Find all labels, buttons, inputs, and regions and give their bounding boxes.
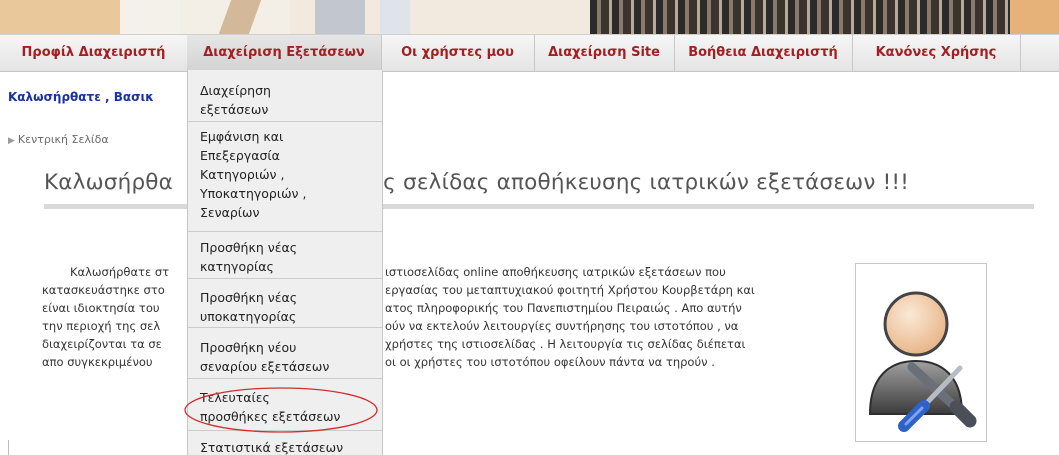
intro-line-left: την περιοχή της σελ	[42, 319, 161, 333]
content-left-border	[8, 440, 9, 455]
intro-line-right: ιστιοσελίδας online αποθήκευσης ιατρικών…	[385, 265, 726, 279]
menu-item-text: Στατιστικά εξετάσεων	[200, 440, 344, 455]
admin-user-with-tools-icon	[868, 291, 977, 432]
intro-line-left: απο συγκεκριμένου	[42, 355, 153, 369]
highlight-ellipse	[184, 387, 378, 433]
menu-item-text: Διαχείρηση	[200, 83, 271, 98]
menu-item-add-category[interactable]: Προσθήκη νέας κατηγορίας	[188, 233, 382, 279]
menu-item-text: Υποκατηγοριών ,	[200, 186, 307, 201]
menu-item-add-subcategory[interactable]: Προσθήκη νέας υποκατηγορίας	[188, 280, 382, 328]
header-banner	[0, 0, 1059, 34]
menu-item-text: Επεξεργασία	[200, 148, 280, 163]
intro-line-right: ατος πληροφορικής του Πανεπιστημίου Πειρ…	[385, 301, 742, 315]
nav-item-site-management[interactable]: Διαχείριση Site	[534, 35, 675, 71]
menu-item-manage-exams[interactable]: Διαχείρηση εξετάσεων	[188, 70, 382, 122]
nav-item-terms-of-use[interactable]: Κανόνες Χρήσης	[852, 35, 1021, 71]
main-nav: Προφίλ Διαχειριστή Διαχείριση Εξετάσεων …	[0, 34, 1059, 72]
breadcrumb: ▶ Κεντρική Σελίδα	[8, 133, 109, 146]
menu-item-edit-categories[interactable]: Εμφάνιση και Επεξεργασία Κατηγοριών , Υπ…	[188, 123, 382, 232]
menu-item-text: υποκατηγορίας	[200, 309, 297, 324]
menu-item-text: Προσθήκη νέας	[200, 240, 298, 255]
menu-item-text: Σεναρίων	[200, 205, 260, 220]
welcome-message: Καλωσήρθατε , Βασικ	[8, 90, 154, 104]
menu-item-text: Εμφάνιση και	[200, 129, 284, 144]
intro-line-right: οι οι χρήστες του ιστοτόπου οφείλουν πάν…	[385, 355, 715, 369]
admin-illustration	[855, 263, 987, 442]
menu-item-text: σεναρίου εξετάσεων	[200, 359, 330, 374]
menu-item-text: Κατηγοριών ,	[200, 167, 285, 182]
nav-item-my-users[interactable]: Οι χρήστες μου	[381, 35, 535, 71]
menu-item-add-scenario[interactable]: Προσθήκη νέου σεναρίου εξετάσεων	[188, 329, 382, 379]
menu-item-exam-statistics[interactable]: Στατιστικά εξετάσεων	[188, 432, 382, 455]
breadcrumb-home-link[interactable]: Κεντρική Σελίδα	[18, 133, 109, 146]
page-title: Καλωσήρθα ιση της σελίδας αποθήκευσης ιατ…	[44, 170, 909, 195]
menu-item-text: εξετάσεων	[200, 102, 269, 117]
menu-item-text: κατηγορίας	[200, 259, 274, 274]
breadcrumb-arrow-icon: ▶	[8, 136, 15, 146]
intro-line-left: είναι ιδιοκτησία του	[42, 301, 160, 315]
page-title-start: Καλωσήρθα	[44, 170, 174, 195]
intro-line-left: Καλωσήρθατε στ	[70, 265, 170, 279]
intro-line-right: εργασίας του μεταπτυχιακού φοιτητή Χρήστ…	[385, 283, 755, 297]
intro-line-right: ούν να εκτελούν λειτουργίες συντήρησης τ…	[385, 319, 739, 333]
page-title-end: ιση της σελίδας αποθήκευσης ιατρικών εξε…	[314, 170, 910, 195]
menu-item-text: Προσθήκη νέου	[200, 340, 297, 355]
menu-item-text: Προσθήκη νέας	[200, 290, 298, 305]
intro-line-right: χρήστες της ιστιοσελίδας . Η λειτουργία …	[385, 337, 746, 351]
nav-item-exam-management[interactable]: Διαχείριση Εξετάσεων	[187, 35, 382, 71]
nav-item-admin-profile[interactable]: Προφίλ Διαχειριστή	[0, 35, 188, 71]
nav-item-admin-help[interactable]: Βοήθεια Διαχειριστή	[674, 35, 853, 71]
intro-line-left: διαχειρίζονται τα σε	[42, 337, 162, 351]
intro-line-left: κατασκευάστηκε στο	[42, 283, 165, 297]
